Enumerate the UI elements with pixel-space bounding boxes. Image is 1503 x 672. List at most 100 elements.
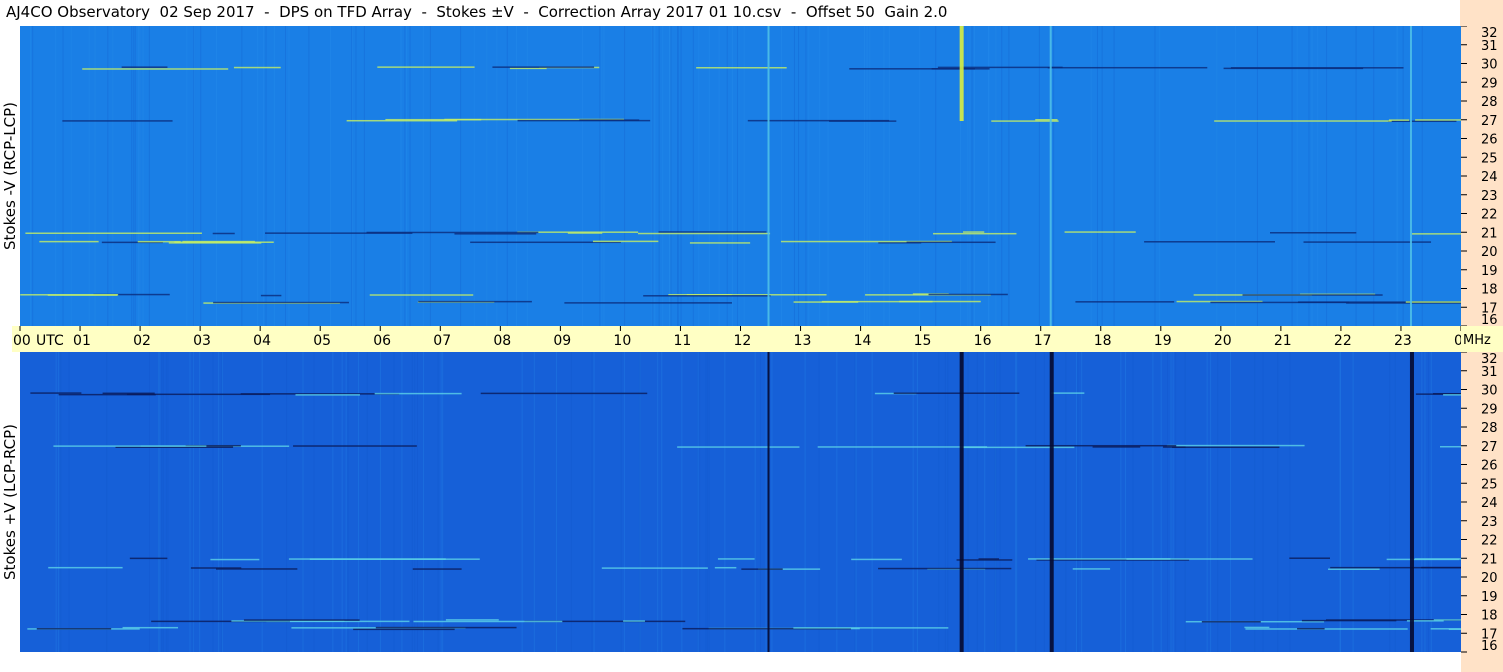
rfi-band [677, 446, 800, 448]
spectrogram-background [20, 352, 1461, 652]
rfi-band [637, 232, 771, 235]
noise-striation [148, 352, 150, 652]
noise-striation [62, 26, 64, 326]
freq-tick-label: 27 [1481, 114, 1498, 129]
spectrogram-top-plot [20, 26, 1461, 326]
rfi-band [1230, 67, 1404, 69]
noise-striation [1001, 26, 1003, 326]
noise-striation [506, 26, 508, 326]
noise-striation [288, 26, 290, 326]
time-tick-label: 09 [553, 333, 571, 349]
spectrogram-background [20, 26, 1461, 326]
noise-striation [759, 352, 761, 652]
time-tick-label: 11 [673, 333, 691, 349]
chart-title: AJ4CO Observatory 02 Sep 2017 - DPS on T… [6, 3, 948, 21]
title-bar-corner [1460, 0, 1503, 26]
noise-striation [1015, 352, 1017, 652]
rfi-band [1421, 566, 1461, 569]
noise-striation [241, 26, 243, 326]
noise-striation [1427, 352, 1429, 652]
noise-striation [221, 352, 223, 652]
freq-tick-label: 26 [1481, 133, 1498, 148]
rfi-band [1388, 119, 1410, 121]
freq-axis-bottom-plot: 3231302928272625242322212019181716 [1461, 352, 1498, 654]
noise-striation [137, 26, 139, 326]
noise-striation [460, 26, 462, 326]
rfi-band [849, 68, 990, 70]
noise-striation [1256, 26, 1258, 326]
noise-striation [737, 26, 739, 326]
noise-striation [1424, 352, 1426, 652]
noise-striation [330, 26, 332, 326]
freq-tick-label: 16 [1481, 639, 1498, 654]
noise-striation [805, 26, 807, 326]
noise-striation [133, 26, 135, 326]
noise-striation [106, 352, 108, 652]
noise-striation [162, 352, 164, 652]
rfi-band [1443, 394, 1461, 396]
noise-striation [662, 26, 664, 326]
rfi-band [122, 626, 179, 629]
rfi-band [564, 302, 732, 304]
rfi-band [480, 392, 648, 395]
rfi-band [928, 293, 1008, 296]
noise-striation [708, 26, 710, 326]
rfi-band [1439, 445, 1461, 448]
freq-tick-label: 25 [1481, 151, 1498, 166]
rfi-band [1297, 627, 1325, 630]
noise-striation [159, 352, 161, 652]
noise-striation [1096, 26, 1098, 326]
burst-line [767, 26, 770, 326]
noise-striation [158, 352, 160, 652]
noise-striation [556, 352, 558, 652]
noise-striation [1355, 26, 1357, 326]
noise-striation [1065, 352, 1067, 652]
rfi-band [168, 242, 262, 244]
noise-striation [681, 352, 683, 652]
noise-striation [699, 352, 701, 652]
noise-striation [1081, 352, 1083, 652]
freq-tick-label: 20 [1481, 245, 1498, 260]
noise-striation [988, 26, 990, 326]
noise-striation [944, 352, 946, 652]
noise-striation [139, 26, 141, 326]
noise-striation [705, 352, 707, 652]
freq-tick-label: 18 [1481, 283, 1498, 298]
noise-striation [313, 352, 315, 652]
noise-striation [440, 352, 442, 652]
noise-striation [697, 352, 699, 652]
freq-tick-label: 21 [1481, 552, 1498, 567]
noise-striation [212, 352, 214, 652]
burst-line [1409, 26, 1412, 326]
noise-striation [738, 26, 740, 326]
freq-tick-label: 27 [1481, 440, 1498, 455]
noise-striation [808, 26, 810, 326]
rfi-band [121, 66, 168, 68]
rfi-band [658, 231, 767, 233]
rfi-band [445, 619, 499, 621]
rfi-band [36, 628, 112, 630]
noise-striation [265, 26, 267, 326]
noise-striation [1043, 352, 1045, 652]
noise-striation [624, 26, 626, 326]
noise-striation [1217, 352, 1219, 652]
rfi-band [933, 232, 1017, 235]
time-tick-label: 21 [1274, 333, 1292, 349]
noise-striation [1035, 352, 1037, 652]
noise-striation [486, 26, 488, 326]
noise-striation [131, 26, 133, 326]
top-panel-ylabel: Stokes -V (RCP-LCP) [0, 26, 20, 326]
noise-striation [404, 26, 406, 326]
time-tick-label: 00 [1454, 333, 1461, 349]
noise-striation [871, 352, 873, 652]
noise-striation [218, 352, 220, 652]
rfi-band [210, 558, 260, 561]
noise-striation [1101, 26, 1103, 326]
noise-striation [257, 26, 259, 326]
noise-striation [192, 352, 194, 652]
rfi-band [893, 392, 1020, 394]
noise-striation [345, 352, 347, 652]
time-tick-label: 04 [253, 333, 271, 349]
rfi-band [696, 67, 787, 69]
rfi-band [454, 233, 537, 235]
